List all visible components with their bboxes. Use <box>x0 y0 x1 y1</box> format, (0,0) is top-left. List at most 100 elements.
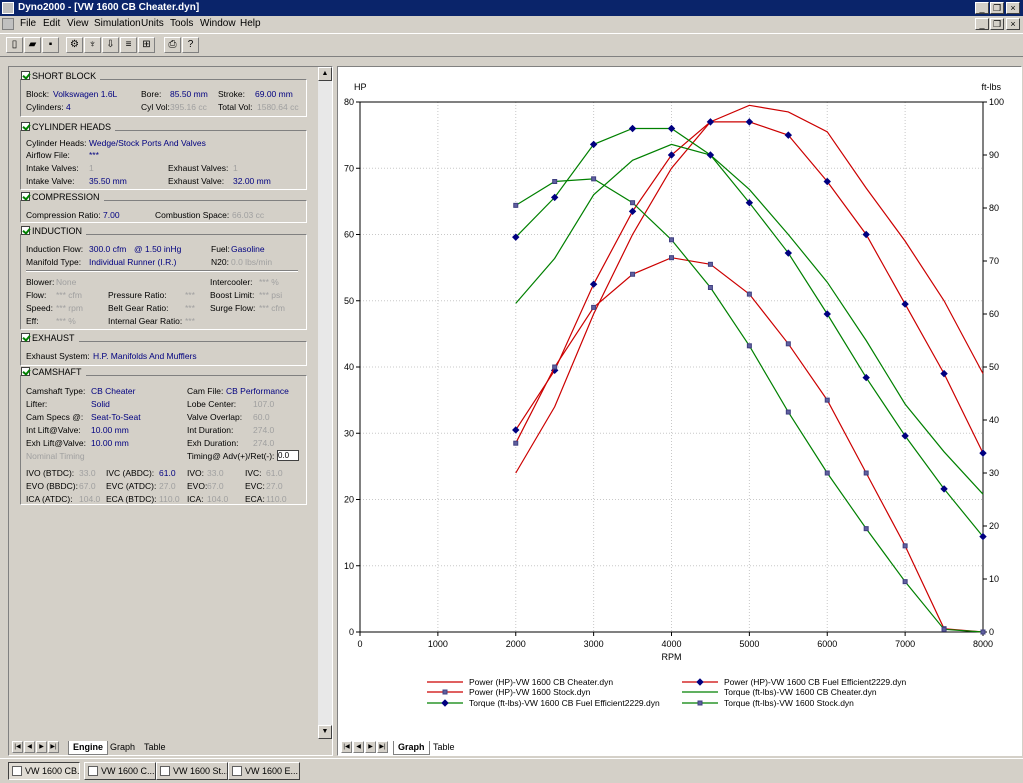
airflow-value[interactable]: *** <box>89 150 99 160</box>
exhaust-checkbox[interactable] <box>21 333 30 342</box>
evo-label: EVO: <box>187 481 208 491</box>
scroll-down-icon[interactable]: ▼ <box>318 725 332 739</box>
help-icon[interactable]: ? <box>182 37 199 53</box>
task-cb-cheater[interactable]: VW 1600 CB... <box>8 762 80 780</box>
data-point-square <box>746 343 752 349</box>
eca-btdc-label: ECA (BTDC): <box>106 494 157 504</box>
short-block-checkbox[interactable] <box>21 71 30 80</box>
menu-window[interactable]: Window <box>200 18 236 29</box>
table-icon[interactable]: ⊞ <box>138 37 155 53</box>
intake-valve-value[interactable]: 35.50 mm <box>89 176 127 186</box>
x-axis-label: RPM <box>662 652 682 662</box>
cam-specs-label: Cam Specs @: <box>26 412 84 422</box>
compression-ratio-value[interactable]: 7.00 <box>103 210 120 220</box>
evc-label: EVC: <box>245 481 265 491</box>
n20-value: 0.0 lbs/min <box>231 257 273 267</box>
cylinders-value[interactable]: 4 <box>66 102 71 112</box>
rtab-prev-icon[interactable]: ◀ <box>353 741 364 753</box>
data-point-square <box>552 364 558 370</box>
cam-specs-value[interactable]: Seat-To-Seat <box>91 412 141 422</box>
tab-next-icon[interactable]: ▶ <box>36 741 47 753</box>
cam-file-value[interactable]: CB Performance <box>226 386 289 396</box>
menu-edit[interactable]: Edit <box>43 18 60 29</box>
mdi-restore-icon[interactable]: ❐ <box>990 18 1004 30</box>
print-icon[interactable]: ⎙ <box>164 37 181 53</box>
rtab-next-icon[interactable]: ▶ <box>365 741 376 753</box>
cylinder-heads-checkbox[interactable] <box>21 122 30 131</box>
exhaust-group: EXHAUST Exhaust System: H.P. Manifolds A… <box>20 333 307 366</box>
manifold-value[interactable]: Individual Runner (I.R.) <box>89 257 176 267</box>
app-icon[interactable] <box>2 2 14 14</box>
tab-graph[interactable]: Graph <box>393 741 430 755</box>
left-scrollbar[interactable]: ▲ ▼ <box>318 67 332 739</box>
save-disk-icon[interactable]: ▪ <box>42 37 59 53</box>
valve-overlap-label: Valve Overlap: <box>187 412 243 422</box>
scroll-up-icon[interactable]: ▲ <box>318 67 332 81</box>
menu-bar: File Edit View Simulation Units Tools Wi… <box>0 16 1023 32</box>
menu-simulation[interactable]: Simulation <box>94 18 141 29</box>
data-point-square <box>442 689 448 695</box>
compression-checkbox[interactable] <box>21 192 30 201</box>
mdi-minimize-icon[interactable]: _ <box>975 18 989 30</box>
menu-help[interactable]: Help <box>240 18 261 29</box>
exhaust-valve-value[interactable]: 32.00 mm <box>233 176 271 186</box>
belt-gear-label: Belt Gear Ratio: <box>108 303 169 313</box>
heads-value[interactable]: Wedge/Stock Ports And Valves <box>89 138 206 148</box>
rtab-first-icon[interactable]: |◀ <box>341 741 352 753</box>
block-value[interactable]: Volkswagen 1.6L <box>53 89 117 99</box>
minimize-icon[interactable]: _ <box>975 2 989 14</box>
new-file-icon[interactable]: ▯ <box>6 37 23 53</box>
restore-icon[interactable]: ❐ <box>990 2 1004 14</box>
tab-table[interactable]: Table <box>429 741 459 754</box>
exh-lift-value[interactable]: 10.00 mm <box>91 438 129 448</box>
tab-prev-icon[interactable]: ◀ <box>24 741 35 753</box>
y-right-tick-label: 90 <box>989 150 999 160</box>
x-tick-label: 8000 <box>973 639 993 649</box>
tab-last-icon[interactable]: ▶| <box>48 741 59 753</box>
induction-checkbox[interactable] <box>21 226 30 235</box>
tab-first-icon[interactable]: |◀ <box>12 741 23 753</box>
bore-value[interactable]: 85.50 mm <box>170 89 208 99</box>
menu-view[interactable]: View <box>67 18 89 29</box>
x-tick-label: 3000 <box>584 639 604 649</box>
int-lift-label: Int Lift@Valve: <box>26 425 81 435</box>
menu-units[interactable]: Units <box>141 18 164 29</box>
tab-engine[interactable]: Engine <box>68 741 109 755</box>
fuel-value[interactable]: Gasoline <box>231 244 265 254</box>
exhaust-system-value[interactable]: H.P. Manifolds And Mufflers <box>93 351 197 361</box>
tab-graph-left[interactable]: Graph <box>106 741 139 754</box>
menu-tools[interactable]: Tools <box>170 18 193 29</box>
task-cb-fuel-efficient[interactable]: VW 1600 C... <box>84 762 156 780</box>
open-folder-icon[interactable]: ▰ <box>24 37 41 53</box>
rtab-last-icon[interactable]: ▶| <box>377 741 388 753</box>
mdi-close-icon[interactable]: × <box>1006 18 1020 30</box>
x-tick-label: 5000 <box>739 639 759 649</box>
stroke-value[interactable]: 69.00 mm <box>255 89 293 99</box>
int-lift-value[interactable]: 10.00 mm <box>91 425 129 435</box>
combustion-space-value: 66.03 cc <box>232 210 265 220</box>
engine-icon[interactable]: ⚙ <box>66 37 83 53</box>
task-stock[interactable]: VW 1600 St... <box>156 762 228 780</box>
tab-table-left[interactable]: Table <box>140 741 170 754</box>
camshaft-icon[interactable]: ♆ <box>84 37 101 53</box>
menu-file[interactable]: File <box>20 18 36 29</box>
induction-flow-depression[interactable]: @ 1.50 inHg <box>134 244 181 254</box>
data-point-diamond <box>979 449 987 457</box>
lifter-value[interactable]: Solid <box>91 399 110 409</box>
data-point-diamond <box>589 280 598 288</box>
data-point-square <box>785 409 791 415</box>
data-point-diamond <box>696 678 704 686</box>
y-right-tick-label: 70 <box>989 256 999 266</box>
timing-input[interactable]: 0.0 <box>277 450 299 461</box>
camshaft-checkbox[interactable] <box>21 367 30 376</box>
induction-flow-value[interactable]: 300.0 cfm <box>89 244 126 254</box>
graph-icon[interactable]: ≡ <box>120 37 137 53</box>
close-icon[interactable]: × <box>1006 2 1020 14</box>
task-vw-e[interactable]: VW 1600 E... <box>228 762 300 780</box>
ivc-abdc-value[interactable]: 61.0 <box>159 468 176 478</box>
airflow-label: Airflow File: <box>26 150 70 160</box>
doc-icon[interactable] <box>2 18 14 30</box>
speed-label: Speed: <box>26 303 53 313</box>
camshaft-type-value[interactable]: CB Cheater <box>91 386 135 396</box>
dyno-run-icon[interactable]: ⇩ <box>102 37 119 53</box>
